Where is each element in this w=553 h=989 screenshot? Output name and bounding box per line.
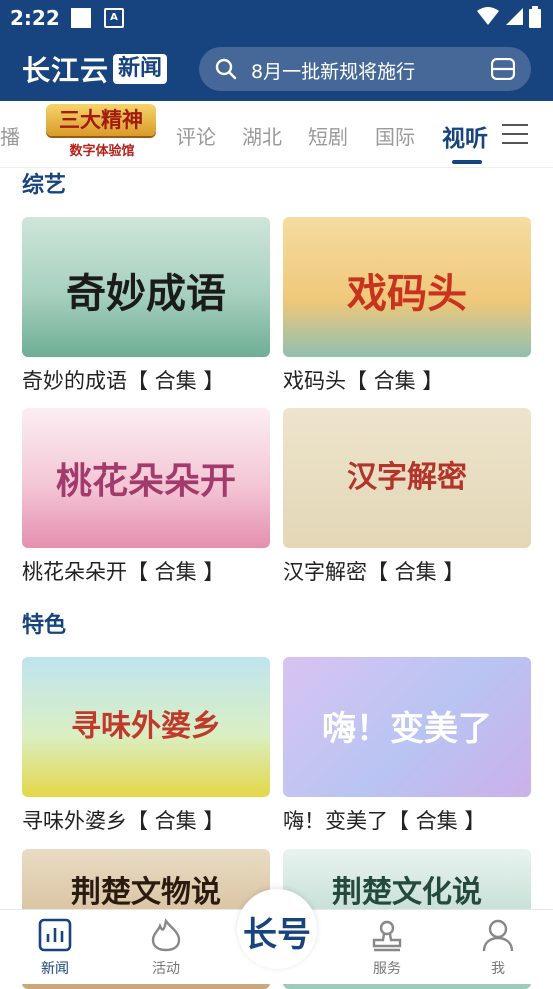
signal-icon: [506, 8, 523, 25]
video-thumbnail[interactable]: 戏码头: [283, 217, 531, 357]
wifi-icon: [477, 7, 499, 25]
badge-title: 三大精神: [46, 104, 156, 136]
tab-international[interactable]: 国际: [375, 121, 415, 150]
app-logo[interactable]: 长江云 新闻: [22, 52, 168, 87]
three-spirits-badge[interactable]: 三大精神 数字体验馆: [46, 104, 156, 162]
video-thumbnail[interactable]: 桃花朵朵开: [22, 408, 270, 548]
video-caption[interactable]: 奇妙的成语【 合集 】: [22, 365, 270, 395]
tab-hubei[interactable]: 湖北: [242, 121, 282, 150]
video-caption[interactable]: 汉字解密【 合集 】: [283, 556, 531, 586]
video-caption[interactable]: 寻味外婆乡【 合集 】: [22, 805, 270, 835]
channel-menu-icon[interactable]: [502, 124, 528, 146]
nav-activity-label: 活动: [152, 961, 180, 977]
nav-activity[interactable]: 活动: [126, 917, 206, 978]
nav-me[interactable]: 我: [458, 918, 538, 978]
user-icon: [482, 919, 514, 952]
nav-center-changhao-button[interactable]: 长号: [237, 889, 317, 969]
app-notification-icon: A: [104, 8, 124, 28]
nav-me-label: 我: [491, 961, 505, 977]
tab-short-drama[interactable]: 短剧: [308, 121, 348, 150]
flame-icon: [151, 917, 181, 952]
thumbnail-title: 桃花朵朵开: [55, 460, 236, 502]
nav-news[interactable]: 新闻: [15, 918, 95, 978]
video-caption[interactable]: 桃花朵朵开【 合集 】: [22, 556, 270, 586]
status-time: 2:22: [10, 6, 60, 30]
video-thumbnail[interactable]: 寻味外婆乡: [22, 657, 270, 797]
thumbnail-title: 荆楚文化说: [332, 875, 482, 910]
nav-services-label: 服务: [373, 961, 401, 977]
system-icons: [477, 6, 541, 28]
video-card[interactable]: 嗨！变美了 嗨！变美了【 合集 】: [283, 657, 531, 835]
news-chart-icon: [38, 918, 72, 952]
tab-live[interactable]: 直播: [0, 121, 20, 150]
video-card[interactable]: 奇妙成语 奇妙的成语【 合集 】: [22, 217, 270, 395]
nav-services[interactable]: 服务: [347, 918, 427, 978]
logo-main-text: 长江云: [22, 54, 110, 87]
video-caption[interactable]: 戏码头【 合集 】: [283, 365, 531, 395]
thumbnail-title: 寻味外婆乡: [71, 709, 221, 744]
logo-sub-text: 新闻: [113, 54, 168, 84]
search-icon: [215, 58, 237, 80]
badge-subtitle: 数字体验馆: [69, 144, 135, 159]
scan-icon[interactable]: [491, 58, 515, 80]
video-card[interactable]: 汉字解密 汉字解密【 合集 】: [283, 408, 531, 586]
thumbnail-title: 奇妙成语: [66, 270, 226, 317]
tab-commentary[interactable]: 评论: [176, 121, 216, 150]
video-thumbnail[interactable]: 嗨！变美了: [283, 657, 531, 797]
app-header: 2:22 A 长江云 新闻 8月一批新规将施行: [0, 0, 553, 101]
video-card[interactable]: 戏码头 戏码头【 合集 】: [283, 217, 531, 395]
video-card[interactable]: 寻味外婆乡 寻味外婆乡【 合集 】: [22, 657, 270, 835]
tab-audiovisual[interactable]: 视听: [442, 119, 488, 153]
battery-icon: [529, 6, 541, 28]
video-caption[interactable]: 嗨！变美了【 合集 】: [283, 805, 531, 835]
status-bar: 2:22 A: [0, 0, 553, 36]
search-input[interactable]: 8月一批新规将施行: [251, 57, 415, 84]
thumbnail-title: 嗨！变美了: [322, 709, 492, 749]
video-card[interactable]: 桃花朵朵开 桃花朵朵开【 合集 】: [22, 408, 270, 586]
thumbnail-title: 汉字解密: [347, 460, 467, 495]
search-bar[interactable]: 8月一批新规将施行: [199, 47, 531, 91]
video-thumbnail[interactable]: 汉字解密: [283, 408, 531, 548]
notification-icon: [71, 8, 91, 28]
section-title-featured: 特色: [22, 613, 67, 638]
service-stamp-icon: [372, 920, 402, 952]
center-button-label: 长号: [243, 915, 311, 955]
thumbnail-title: 戏码头: [347, 270, 467, 317]
video-thumbnail[interactable]: 奇妙成语: [22, 217, 270, 357]
active-tab-indicator: [452, 160, 482, 164]
section-title-variety: 综艺: [22, 173, 67, 198]
nav-news-label: 新闻: [41, 961, 69, 977]
thumbnail-title: 荆楚文物说: [71, 875, 221, 910]
